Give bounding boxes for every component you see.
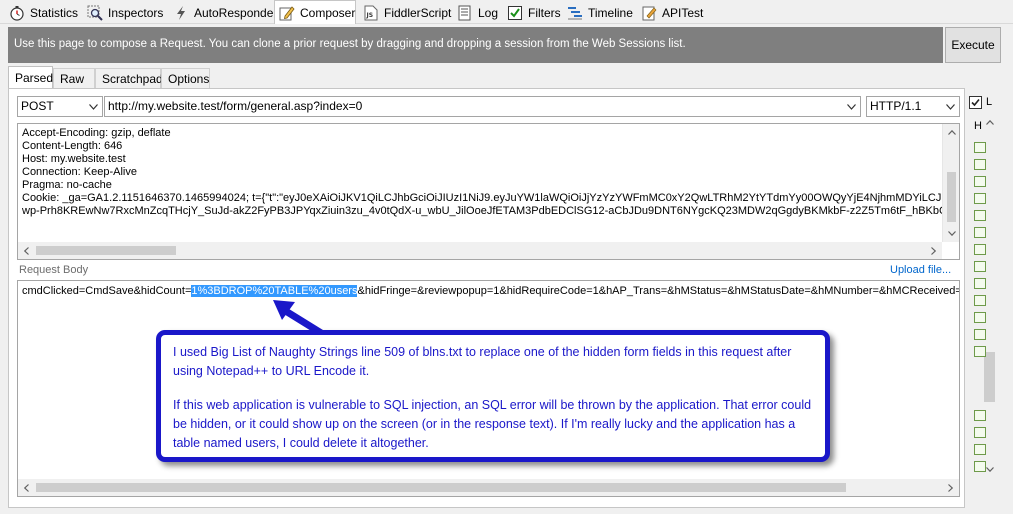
annotation-callout: I used Big List of Naughty Strings line … (156, 330, 830, 462)
tab-label: Statistics (30, 5, 79, 20)
request-body-label: Request Body (19, 264, 89, 276)
list-item-icon (974, 295, 986, 306)
tab-label: Log (478, 5, 499, 20)
tab-label: Composer (300, 5, 356, 20)
method-select[interactable]: POST (17, 96, 103, 117)
list-item-icon (974, 346, 986, 357)
tab-fiddlerscript[interactable]: JS FiddlerScript (358, 1, 452, 24)
tab-label: APITest (662, 5, 704, 20)
chevron-down-icon (942, 97, 959, 116)
list-item-icon (974, 461, 986, 472)
list-item-icon (974, 176, 986, 187)
subtab-options[interactable]: Options (161, 68, 210, 88)
list-item-icon (974, 278, 986, 289)
subtab-raw[interactable]: Raw (53, 68, 95, 88)
timeline-icon (567, 5, 583, 21)
subtab-scratchpad[interactable]: Scratchpad (95, 68, 163, 88)
method-value: POST (21, 99, 54, 113)
scroll-thumb[interactable] (984, 352, 995, 402)
headers-horizontal-scrollbar[interactable] (18, 242, 942, 259)
magnifier-icon (87, 5, 103, 21)
callout-paragraph: If this web application is vulnerable to… (173, 398, 812, 450)
url-value: http://my.website.test/form/general.asp?… (108, 99, 363, 113)
header-line: wp-Prh8KREwNw7RxcMnZcqTHcjY_SuJd-akZ2FyP… (22, 205, 942, 217)
upload-file-link[interactable]: Upload file... (890, 264, 951, 276)
top-tab-strip: Statistics Inspectors AutoResponder Comp… (0, 0, 1013, 24)
tab-composer[interactable]: Composer (274, 0, 356, 24)
document-icon (457, 5, 473, 21)
header-line: Accept-Encoding: gzip, deflate (22, 127, 171, 139)
info-banner: Use this page to compose a Request. You … (8, 27, 943, 63)
tab-label: Filters (528, 5, 561, 20)
scroll-left-icon[interactable] (18, 479, 35, 496)
execute-button[interactable]: Execute (945, 27, 1001, 63)
tab-label: Timeline (588, 5, 633, 20)
chevron-down-icon (843, 97, 860, 116)
list-item-icon (974, 444, 986, 455)
header-line: Content-Length: 646 (22, 140, 123, 152)
callout-paragraph: I used Big List of Naughty Strings line … (173, 345, 792, 378)
tab-inspectors[interactable]: Inspectors (82, 1, 164, 24)
scroll-right-icon[interactable] (925, 242, 942, 259)
tab-filters[interactable]: Filters (502, 1, 561, 24)
tab-statistics[interactable]: Statistics (4, 1, 80, 24)
js-file-icon: JS (363, 5, 379, 21)
header-line: Pragma: no-cache (22, 179, 112, 191)
checkbox-icon (507, 5, 523, 21)
list-item-icon (974, 312, 986, 323)
tab-timeline[interactable]: Timeline (562, 1, 634, 24)
body-horizontal-scrollbar[interactable] (18, 479, 959, 496)
list-item-icon (974, 427, 986, 438)
scroll-thumb[interactable] (36, 483, 846, 492)
right-panel-checkbox[interactable] (969, 96, 982, 109)
pencil-icon (279, 5, 295, 21)
scroll-left-icon[interactable] (18, 242, 35, 259)
tab-autoresponder[interactable]: AutoResponder (168, 1, 277, 24)
scroll-up-icon[interactable] (981, 114, 998, 131)
stopwatch-icon (9, 5, 25, 21)
list-item-icon (974, 329, 986, 340)
body-suffix: &hidFringe=&reviewpopup=1&hidRequireCode… (357, 285, 960, 297)
subtab-parsed[interactable]: Parsed (8, 66, 53, 89)
scroll-right-icon[interactable] (942, 479, 959, 496)
chevron-down-icon (85, 97, 102, 116)
svg-text:JS: JS (366, 12, 374, 19)
body-prefix: cmdClicked=CmdSave&hidCount= (22, 285, 192, 297)
header-line: Connection: Keep-Alive (22, 166, 137, 178)
header-line: Host: my.website.test (22, 153, 126, 165)
request-body-text: cmdClicked=CmdSave&hidCount=1%3BDROP%20T… (22, 285, 960, 298)
scroll-thumb[interactable] (947, 172, 956, 222)
tab-label: Inspectors (108, 5, 164, 20)
right-panel-checkbox-label: L (986, 96, 993, 108)
header-line: Cookie: _ga=GA1.2.1151646370.1465994024;… (22, 192, 942, 204)
tab-apitest[interactable]: APITest (636, 1, 706, 24)
list-item-icon (974, 159, 986, 170)
list-item-icon (974, 410, 986, 421)
url-input[interactable]: http://my.website.test/form/general.asp?… (104, 96, 861, 117)
lightning-icon (173, 5, 189, 21)
tab-log[interactable]: Log (452, 1, 500, 24)
headers-vertical-scrollbar[interactable] (942, 124, 959, 242)
list-item-icon (974, 244, 986, 255)
list-item-icon (974, 210, 986, 221)
tab-label: FiddlerScript (384, 5, 452, 20)
list-item-icon (974, 193, 986, 204)
scroll-down-icon[interactable] (943, 225, 959, 242)
edit-doc-icon (641, 5, 657, 21)
scroll-up-icon[interactable] (943, 124, 959, 141)
http-version-select[interactable]: HTTP/1.1 (866, 96, 960, 117)
list-item-icon (974, 227, 986, 238)
scroll-thumb[interactable] (36, 246, 176, 255)
list-item-icon (974, 261, 986, 272)
request-headers-editor[interactable]: Accept-Encoding: gzip, deflate Content-L… (17, 123, 960, 260)
list-item-icon (974, 142, 986, 153)
version-value: HTTP/1.1 (870, 99, 922, 113)
tab-label: AutoResponder (194, 5, 278, 20)
